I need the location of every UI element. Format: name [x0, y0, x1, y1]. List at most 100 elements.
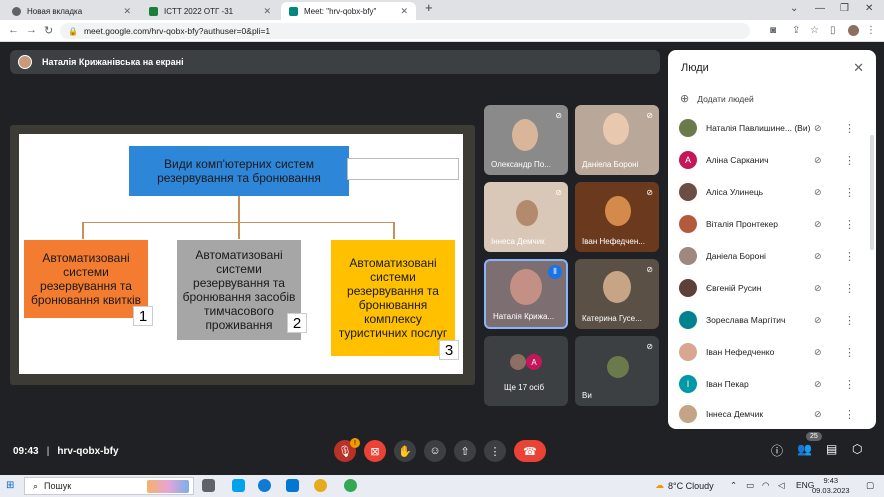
reload-icon[interactable]: ↻ — [44, 24, 53, 37]
share-icon[interactable]: ⇪ — [792, 25, 800, 36]
maximize-icon[interactable]: ❐ — [840, 3, 849, 14]
participant-tile[interactable]: ⊘ Іннеса Демчик — [484, 182, 568, 252]
forward-icon[interactable]: → — [26, 24, 37, 36]
people-icon[interactable]: 👥 — [797, 442, 812, 456]
chat-icon[interactable]: ▤ — [826, 442, 837, 456]
tab-title: Новая вкладка — [27, 6, 83, 16]
tab-ictt[interactable]: ICTT 2022 ОТГ -31 ✕ — [141, 2, 279, 20]
more-participants-tile[interactable]: A Ще 17 осіб — [484, 336, 568, 406]
list-item[interactable]: Даніела Бороні ⊘ ⋮ — [668, 240, 868, 272]
present-button[interactable]: ⇧ — [454, 440, 476, 462]
wifi-icon[interactable]: ◠ — [762, 480, 769, 491]
list-item[interactable]: Євгеній Русин ⊘ ⋮ — [668, 272, 868, 304]
self-tile[interactable]: ⊘ Ви — [575, 336, 659, 406]
camera-icon[interactable]: ◙ — [770, 25, 776, 36]
notifications-icon[interactable]: ▢ — [866, 480, 874, 491]
menu-dots-icon[interactable]: ⋮ — [866, 25, 876, 36]
close-icon[interactable]: ✕ — [853, 60, 864, 76]
list-item[interactable]: Віталія Пронтекер ⊘ ⋮ — [668, 208, 868, 240]
people-panel-title: Люди — [681, 62, 709, 74]
more-options-icon[interactable]: ⋮ — [844, 314, 855, 327]
mail-icon[interactable] — [286, 479, 299, 492]
participant-tile[interactable]: ⊘ Іван Нефедчен... — [575, 182, 659, 252]
sidebar-icon[interactable]: ▯ — [830, 25, 836, 36]
close-icon[interactable]: ✕ — [394, 6, 408, 17]
weather-widget[interactable]: ☁ 8°C Cloudy — [655, 480, 714, 491]
close-icon[interactable]: ✕ — [117, 6, 131, 17]
more-options-icon[interactable]: ⋮ — [844, 282, 855, 295]
chevron-up-icon[interactable]: ⌃ — [730, 480, 737, 491]
list-item[interactable]: І Іван Пекар ⊘ ⋮ — [668, 368, 868, 400]
bookmark-star-icon[interactable]: ☆ — [810, 25, 819, 36]
volume-icon[interactable]: ◁ — [778, 480, 785, 491]
more-options-icon[interactable]: ⋮ — [844, 186, 855, 199]
more-options-icon[interactable]: ⋮ — [844, 122, 855, 135]
leave-call-button[interactable]: ☎ — [514, 440, 546, 462]
meet-icon — [289, 6, 298, 16]
back-icon[interactable]: ← — [8, 24, 19, 36]
mic-off-icon[interactable]: ⊘ — [814, 187, 822, 198]
more-options-icon[interactable]: ⋮ — [844, 154, 855, 167]
participant-name: Даніела Бороні — [582, 160, 639, 169]
participant-tile[interactable]: ⊘ Даніела Бороні — [575, 105, 659, 175]
widgets-icon[interactable] — [232, 479, 245, 492]
mic-off-icon[interactable]: ⊘ — [814, 379, 822, 390]
add-people-button[interactable]: ⊕ Додати людей — [680, 92, 754, 105]
participant-video — [603, 271, 631, 303]
search-input[interactable]: ⌕ Пошук — [24, 477, 194, 495]
participant-name: Євгеній Русин — [706, 283, 762, 293]
list-item[interactable]: Іван Нефедченко ⊘ ⋮ — [668, 336, 868, 368]
more-options-icon[interactable]: ⋮ — [844, 346, 855, 359]
participant-name: Наталія Павлишине... (Ви) — [706, 123, 811, 133]
slide-title: Види комп'ютерних систем резервування та… — [157, 157, 321, 185]
network-icon[interactable]: ▭ — [746, 480, 754, 491]
task-view-icon[interactable] — [202, 479, 215, 492]
list-item[interactable]: Наталія Павлишине... (Ви) ⊘ ⋮ — [668, 112, 868, 144]
more-options-icon[interactable]: ⋮ — [844, 218, 855, 231]
meeting-time: 09:43 — [13, 446, 39, 457]
list-item[interactable]: А Аліна Сарканич ⊘ ⋮ — [668, 144, 868, 176]
more-options-button[interactable]: ⋮ — [484, 440, 506, 462]
mic-off-icon[interactable]: ⊘ — [814, 251, 822, 262]
participant-tile-speaking[interactable]: ⦀ Наталія Крижа... — [484, 259, 568, 329]
list-item[interactable]: Іннеса Демчик ⊘ ⋮ — [668, 400, 868, 428]
info-icon[interactable]: ⓘ — [771, 442, 783, 459]
tab-search-icon[interactable]: ⌄ — [790, 3, 798, 14]
reactions-button[interactable]: ☺ — [424, 440, 446, 462]
more-options-icon[interactable]: ⋮ — [844, 250, 855, 263]
mic-off-icon[interactable]: ⊘ — [814, 347, 822, 358]
participant-avatar — [679, 119, 697, 137]
mic-off-icon[interactable]: ⊘ — [814, 409, 822, 420]
activities-icon[interactable]: ⬡ — [852, 442, 862, 456]
window-close-icon[interactable]: ✕ — [865, 3, 873, 14]
chrome-profile-icon[interactable] — [344, 479, 357, 492]
participant-tile[interactable]: ⊘ Олександр По... — [484, 105, 568, 175]
profile-avatar[interactable] — [848, 25, 859, 36]
participant-name: Олександр По... — [491, 160, 551, 169]
windows-start-icon[interactable]: ⊞ — [6, 480, 14, 491]
camera-toggle-button[interactable]: ⊠ — [364, 440, 386, 462]
people-scrollbar[interactable] — [870, 135, 874, 250]
chrome-icon[interactable] — [314, 479, 327, 492]
raise-hand-button[interactable]: ✋ — [394, 440, 416, 462]
mic-off-icon[interactable]: ⊘ — [814, 283, 822, 294]
edge-icon[interactable] — [258, 479, 271, 492]
clock[interactable]: 9:43 09.03.2023 — [812, 476, 850, 496]
new-tab-icon[interactable]: + — [425, 0, 433, 15]
url-input[interactable]: 🔒 meet.google.com/hrv-qobx-bfy?authuser=… — [60, 23, 750, 39]
tab-meet[interactable]: Meet: "hrv-qobx-bfy" ✕ — [281, 2, 416, 20]
list-item[interactable]: Аліса Улинець ⊘ ⋮ — [668, 176, 868, 208]
box-text: Автоматизовані системи резервування та б… — [338, 256, 448, 340]
mic-off-icon[interactable]: ⊘ — [814, 155, 822, 166]
more-options-icon[interactable]: ⋮ — [844, 408, 855, 421]
mic-off-icon[interactable]: ⊘ — [814, 219, 822, 230]
minimize-icon[interactable]: — — [815, 3, 825, 14]
close-icon[interactable]: ✕ — [257, 6, 271, 17]
participant-name: Іннеса Демчик — [706, 409, 764, 419]
list-item[interactable]: Зореслава Маргітич ⊘ ⋮ — [668, 304, 868, 336]
mic-off-icon[interactable]: ⊘ — [814, 123, 822, 134]
participant-tile[interactable]: ⊘ Катерина Гусе... — [575, 259, 659, 329]
tab-new-tab[interactable]: Новая вкладка ✕ — [4, 2, 139, 20]
mic-off-icon[interactable]: ⊘ — [814, 315, 822, 326]
more-options-icon[interactable]: ⋮ — [844, 378, 855, 391]
